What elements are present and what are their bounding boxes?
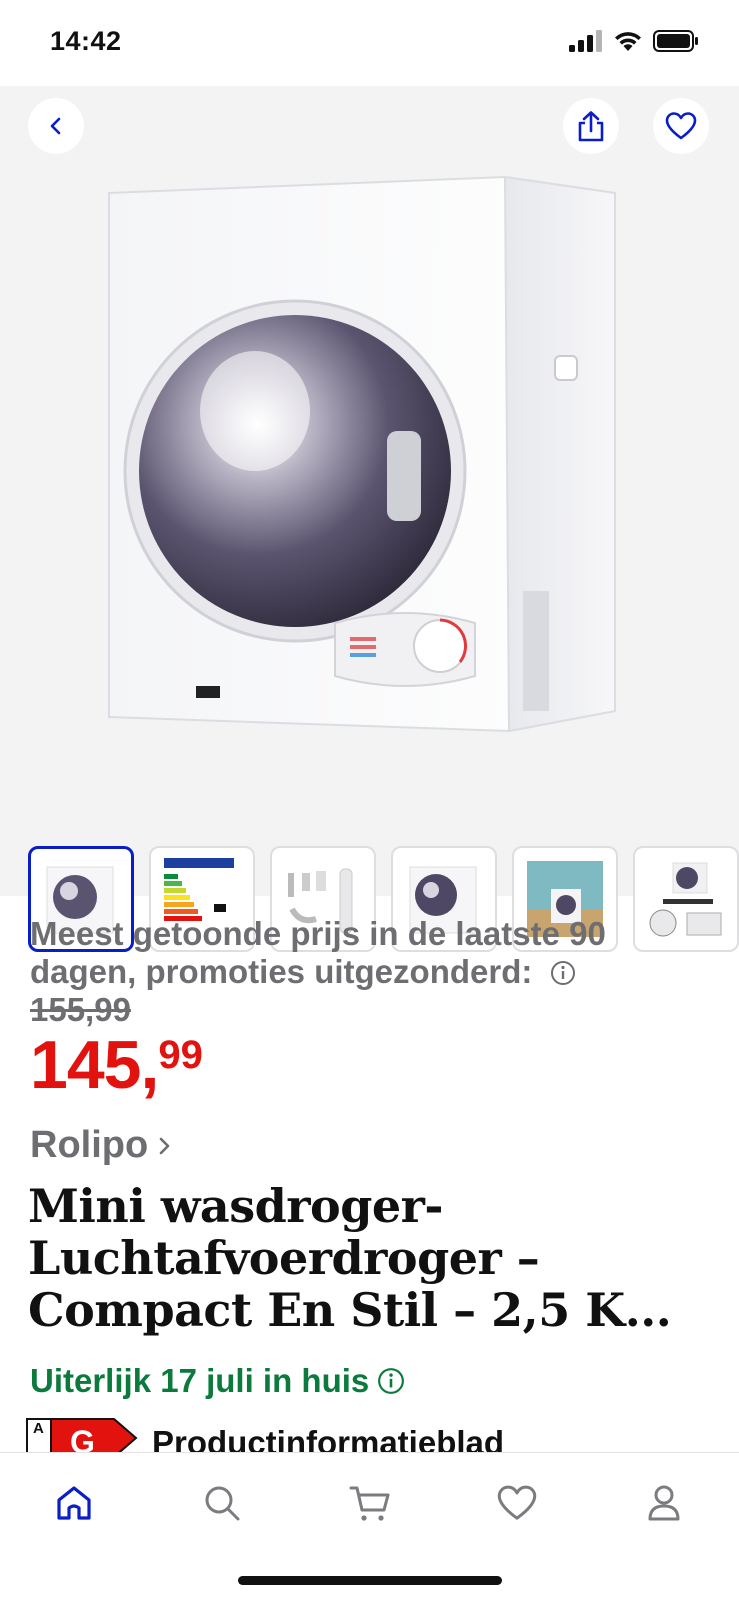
status-bar: 14:42	[0, 0, 739, 86]
energy-label-badge[interactable]: A G	[26, 1418, 138, 1452]
heart-icon	[497, 1485, 537, 1520]
energy-scale-top: A	[33, 1420, 44, 1437]
old-price: 155,99	[30, 991, 131, 1028]
brand-name: Rolipo	[30, 1124, 149, 1166]
tab-cart[interactable]	[340, 1473, 400, 1533]
info-icon[interactable]	[550, 960, 576, 986]
brand-link[interactable]: Rolipo	[30, 1124, 174, 1167]
product-title: Mini wasdroger- Luchtafvoerdroger – Comp…	[28, 1179, 672, 1337]
wifi-icon	[615, 32, 641, 51]
energy-label-row[interactable]: A G Productinformatieblad	[26, 1418, 726, 1452]
product-image	[108, 175, 616, 733]
price-decimals: 99	[158, 1033, 203, 1077]
delivery-info: Uiterlijk 17 juli in huis	[30, 1362, 405, 1400]
tab-search[interactable]	[192, 1473, 252, 1533]
lowest-price-label: Meest getoonde prijs in de laatste 90 da…	[30, 915, 720, 991]
chevron-left-icon	[50, 117, 61, 135]
chevron-right-icon	[159, 1137, 170, 1154]
home-icon	[57, 1486, 91, 1520]
tab-wishlist[interactable]	[487, 1473, 547, 1533]
price-integer: 145,	[30, 1027, 159, 1103]
status-time: 14:42	[50, 26, 122, 56]
home-indicator	[238, 1576, 502, 1585]
delivery-text: Uiterlijk 17 juli in huis	[30, 1362, 370, 1399]
share-button[interactable]	[563, 98, 619, 154]
product-image-gallery[interactable]	[0, 86, 739, 952]
current-price: 145, 99	[30, 1031, 720, 1099]
info-icon[interactable]	[377, 1367, 405, 1395]
tab-home[interactable]	[44, 1473, 104, 1533]
battery-icon	[653, 30, 698, 52]
back-button[interactable]	[28, 98, 84, 154]
energy-class: G	[70, 1424, 95, 1452]
favorite-button[interactable]	[653, 98, 709, 154]
cart-icon	[349, 1486, 390, 1521]
price-section: Meest getoonde prijs in de laatste 90 da…	[30, 915, 720, 1099]
tab-account[interactable]	[634, 1473, 694, 1533]
share-icon	[578, 111, 604, 142]
heart-icon	[665, 112, 697, 140]
status-icons	[569, 30, 699, 52]
cellular-signal-icon	[569, 30, 602, 52]
account-icon	[648, 1485, 680, 1521]
lowest-price-text: Meest getoonde prijs in de laatste 90 da…	[30, 915, 606, 990]
search-icon	[205, 1486, 240, 1521]
product-info-sheet-link[interactable]: Productinformatieblad	[152, 1424, 504, 1452]
